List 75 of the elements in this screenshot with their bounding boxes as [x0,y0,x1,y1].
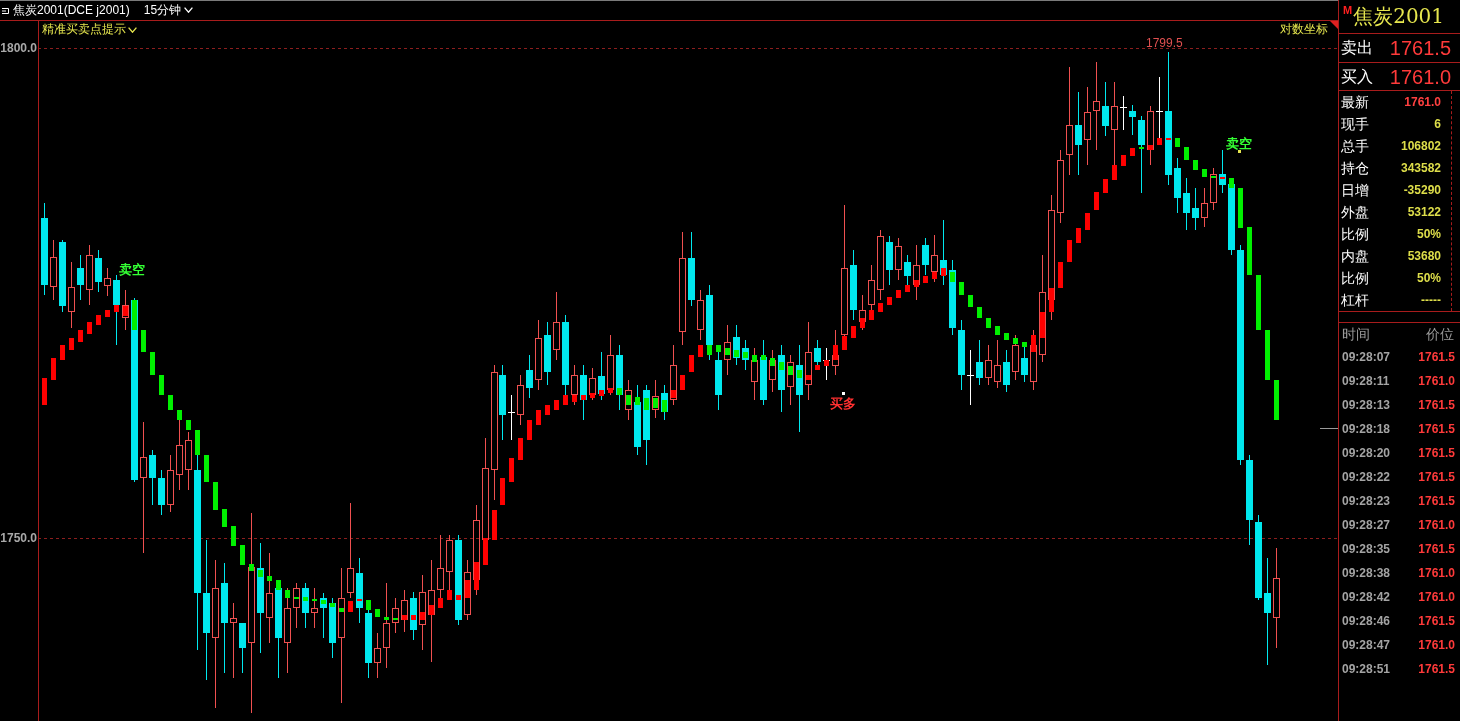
tick-price: 1761.5 [1418,349,1455,365]
tick-time: 09:28:38 [1342,565,1391,581]
stat-value: 343582 [1400,160,1441,176]
stat-label: 内盘 [1341,247,1369,265]
high-price-label: 1799.5 [1146,37,1183,49]
period-dropdown[interactable]: 15分钟 [143,3,194,18]
tick-time: 09:28:51 [1342,661,1391,677]
tick-time: 09:28:27 [1342,517,1391,533]
tick-price: 1761.5 [1418,613,1455,629]
stat-value: 53680 [1407,248,1441,264]
tick-time: 09:28:46 [1342,613,1391,629]
stat-label: 最新 [1341,93,1369,111]
stat-label: 比例 [1341,269,1369,287]
tick-time: 09:28:13 [1342,397,1391,413]
tick-price: 1761.5 [1418,469,1455,485]
ask-label: 卖出 [1341,38,1373,58]
tick-price: 1761.0 [1418,517,1455,533]
tick-time: 09:28:42 [1342,589,1391,605]
tick-price: 1761.5 [1418,421,1455,437]
price-axis-label: 1800.0 [0,42,37,54]
bid-price: 1761.0 [1389,64,1451,89]
stat-label: 持仓 [1341,159,1369,177]
stat-value: 50% [1416,226,1441,242]
stat-value: 1761.0 [1404,94,1441,110]
market-label: M [1343,5,1353,16]
instrument-title: 焦炭2001(DCE j2001) [13,3,130,18]
column-header: 时间 [1342,325,1370,343]
bid-label: 买入 [1341,66,1373,87]
ask-price: 1761.5 [1389,36,1451,60]
tick-price: 1761.5 [1418,493,1455,509]
buy-signal-label: 买多 [830,397,856,410]
tick-time: 09:28:23 [1342,493,1391,509]
stat-value: 6 [1434,116,1441,132]
stat-value: 53122 [1407,204,1441,220]
stat-label: 比例 [1341,225,1369,243]
stat-value: 106802 [1400,138,1441,154]
doji-candle [966,349,975,406]
bracket-icon [2,7,9,14]
stat-label: 外盘 [1341,203,1369,221]
stat-label: 日增 [1341,181,1369,199]
tick-time: 09:28:11 [1342,373,1390,389]
tick-time: 09:28:07 [1342,349,1391,365]
chevron-down-icon [184,7,194,14]
indicator-dropdown[interactable]: 精准买卖点提示 [42,23,137,37]
stat-label: 总手 [1341,137,1369,155]
tick-price: 1761.5 [1418,541,1455,557]
tick-price: 1761.5 [1418,661,1455,677]
tick-time: 09:28:22 [1342,469,1391,485]
tick-price: 1761.5 [1418,397,1455,413]
doji-candle [507,394,516,441]
stat-value: ----- [1421,292,1441,308]
stat-value: 50% [1416,270,1441,286]
tick-price: 1761.0 [1418,565,1455,581]
chevron-down-icon [128,26,137,33]
tick-price: 1761.5 [1418,445,1455,461]
log-scale-toggle[interactable]: 对数坐标 [1280,23,1328,35]
tick-time: 09:28:20 [1342,445,1391,461]
tick-price: 1761.0 [1418,589,1455,605]
instrument-name: 焦炭2001 [1353,5,1445,27]
tick-price: 1761.0 [1418,373,1455,389]
price-axis-label: 1750.0 [0,532,37,544]
tick-time: 09:28:18 [1342,421,1391,437]
tick-time: 09:28:35 [1342,541,1391,557]
corner-triangle-icon [1330,21,1338,29]
current-price-marker [1319,428,1338,429]
sell-signal-label: 卖空 [1226,137,1252,150]
doji-candle [1155,76,1164,139]
column-header: 价位 [1426,325,1454,343]
tick-price: 1761.0 [1418,637,1455,653]
stat-label: 现手 [1341,115,1369,133]
tick-time: 09:28:47 [1342,637,1391,653]
stat-label: 杠杆 [1341,291,1369,309]
sell-signal-label: 卖空 [119,263,145,276]
stat-value: -35290 [1403,182,1441,198]
doji-candle [1119,95,1128,131]
